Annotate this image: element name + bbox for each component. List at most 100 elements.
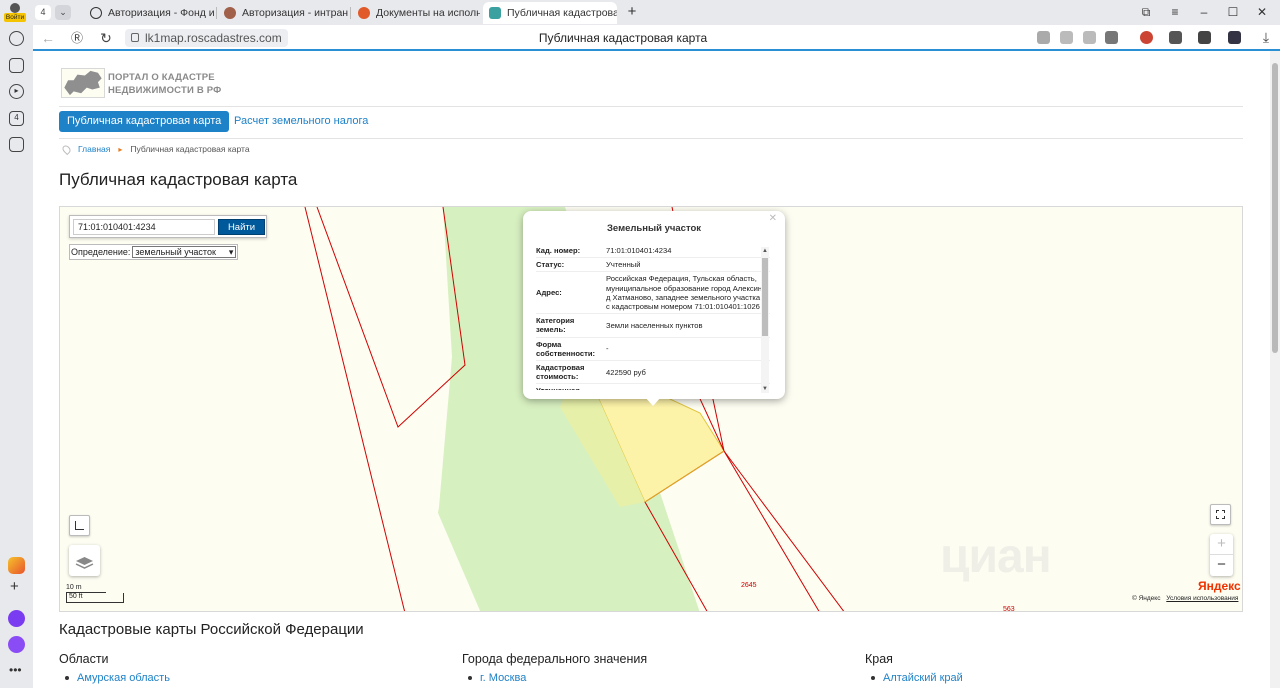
history-icon[interactable]: [9, 31, 24, 46]
definition-select[interactable]: земельный участок: [132, 246, 237, 258]
regions-column-oblasts: Области Амурская область: [59, 652, 170, 684]
login-badge: Войти: [4, 13, 26, 22]
find-button[interactable]: Найти: [218, 219, 265, 235]
tab-title: Публичная кадастрова: [507, 7, 617, 19]
yandex-logo-text: Яндекс: [1198, 579, 1241, 593]
add-panel-icon[interactable]: +: [10, 578, 19, 595]
scale-imperial: 50 ft: [66, 593, 124, 603]
breadcrumb-arrow-icon: ▸: [118, 144, 123, 154]
address-bar: ← Ⓡ ↻ lk1map.roscadastres.com Публичная …: [33, 25, 1280, 50]
tab-title: Авторизация - интранет: [242, 7, 348, 19]
reader-icon[interactable]: [1037, 31, 1050, 44]
sidebar-badge[interactable]: 4: [9, 111, 24, 126]
tab-bar: Войти 4 ⌄ Авторизация - Фонд иму Авториз…: [0, 0, 1280, 25]
definition-label: Определение:: [71, 247, 131, 257]
zoom-in-button[interactable]: +: [1210, 534, 1233, 555]
adblock-icon[interactable]: [1140, 31, 1153, 44]
info-row: Адрес: Российская Федерация, Тульская обл…: [536, 272, 770, 315]
info-row: Статус: Учтенный: [536, 258, 770, 273]
scroll-thumb[interactable]: [762, 258, 768, 336]
parcel-label: 563: [1003, 606, 1015, 612]
maximize-button[interactable]: ☐: [1224, 3, 1242, 21]
info-key: Форма собственности:: [536, 339, 596, 358]
definition-filter: Определение: земельный участок: [69, 244, 239, 260]
scroll-down-icon[interactable]: ▼: [761, 385, 769, 393]
tasks-icon[interactable]: [1228, 31, 1241, 44]
region-link[interactable]: Амурская область: [59, 672, 170, 684]
yandex-logo[interactable]: Яндекс: [1198, 579, 1241, 593]
tab-auth-intranet[interactable]: Авторизация - интранет: [218, 2, 348, 24]
login-arrow-icon: [90, 7, 102, 19]
info-value: Российская Федерация, Тульская область, …: [606, 274, 765, 312]
chevron-down-icon[interactable]: ⌄: [55, 5, 71, 20]
download-icon[interactable]: ⤓: [1257, 28, 1275, 46]
breadcrumb-current: Публичная кадастровая карта: [130, 144, 250, 154]
watermark: циан: [940, 530, 1052, 583]
region-link[interactable]: г. Москва: [462, 672, 647, 684]
screenshot-icon[interactable]: [1198, 31, 1211, 44]
web-page: ПОРТАЛ О КАДАСТРЕ НЕДВИЖИМОСТИ В РФ Публ…: [33, 51, 1270, 688]
close-window-button[interactable]: ✕: [1253, 3, 1271, 21]
tab-title: Документы на исполнен: [376, 7, 480, 19]
popup-scrollbar[interactable]: ▲ ▼: [761, 247, 769, 393]
bookmark-icon[interactable]: [1105, 31, 1118, 44]
scroll-thumb[interactable]: [1272, 63, 1278, 353]
breadcrumb: Главная ▸ Публичная кадастровая карта: [60, 143, 250, 155]
divider: [59, 138, 1243, 139]
info-value: -: [606, 344, 609, 354]
ruler-button[interactable]: [69, 515, 90, 536]
page-scrollbar[interactable]: [1270, 51, 1280, 688]
cadastral-number-input[interactable]: [73, 219, 215, 235]
info-key: Статус:: [536, 260, 565, 270]
camera-icon[interactable]: [9, 137, 24, 152]
messenger-icon[interactable]: [8, 610, 25, 627]
new-tab-button[interactable]: +: [624, 4, 640, 20]
site-favicon-icon: [358, 7, 370, 19]
layers-icon: [75, 557, 94, 569]
info-key: Кадастровая стоимость:: [536, 363, 585, 382]
collections-icon[interactable]: [9, 58, 24, 73]
nav-tab-land-tax[interactable]: Расчет земельного налога: [234, 111, 368, 132]
info-value: Земли населенных пунктов: [606, 320, 703, 330]
menu-icon[interactable]: ≡: [1166, 3, 1184, 21]
translate-icon[interactable]: [1060, 31, 1073, 44]
tab-auth-fund[interactable]: Авторизация - Фонд иму: [84, 2, 214, 24]
popup-pointer: [645, 397, 661, 406]
parcel-info-popup: ✕ Земельный участок Кад. номер: 71:01:010…: [523, 211, 785, 406]
zoom-out-button[interactable]: −: [1210, 555, 1233, 576]
nav-tab-cadastral-map[interactable]: Публичная кадастровая карта: [59, 111, 230, 132]
breadcrumb-home[interactable]: Главная: [78, 144, 110, 154]
ruler-icon: [75, 521, 84, 530]
region-link[interactable]: Алтайский край: [865, 672, 963, 684]
zoom-control: + −: [1210, 534, 1233, 576]
info-value: 71:01:010401:4234: [606, 246, 672, 255]
tab-documents[interactable]: Документы на исполнен: [352, 2, 480, 24]
info-key: Уточненная: [536, 386, 606, 390]
terms-link[interactable]: Условия использования: [1166, 595, 1238, 602]
column-title: Края: [865, 652, 893, 666]
extensions-icon[interactable]: [1083, 31, 1096, 44]
tab-title: Авторизация - Фонд иму: [108, 7, 214, 19]
more-icon[interactable]: •••: [9, 663, 22, 677]
logo-line-2: НЕДВИЖИМОСТИ В РФ: [108, 85, 222, 96]
tab-cadastral-map[interactable]: Публичная кадастрова ✕: [483, 2, 617, 24]
fullscreen-button[interactable]: [1210, 504, 1231, 525]
wallet-icon[interactable]: [1169, 31, 1182, 44]
alice-icon[interactable]: [8, 636, 25, 653]
info-row: Кад. номер: 71:01:010401:4234: [536, 244, 770, 259]
cadastral-map[interactable]: циан 2645 563 Найти Определение: земельн…: [59, 206, 1243, 612]
page-title: Публичная кадастровая карта: [538, 31, 708, 45]
profile-button[interactable]: Войти: [4, 2, 26, 22]
scroll-up-icon[interactable]: ▲: [761, 247, 769, 255]
mail-icon[interactable]: [8, 557, 25, 574]
info-value: Учтенный: [606, 260, 641, 270]
regions-column-federal-cities: Города федерального значения г. Москва: [462, 652, 647, 684]
play-icon[interactable]: ▸: [9, 84, 24, 99]
minimize-button[interactable]: –: [1195, 3, 1213, 21]
info-row: Кадастровая стоимость: 422590 руб: [536, 361, 770, 385]
info-key: Кад. номер:: [536, 246, 581, 255]
layers-button[interactable]: [69, 545, 100, 576]
map-scale: 10 m 50 ft: [66, 584, 124, 603]
bookmarks-icon[interactable]: ⧉: [1137, 3, 1155, 21]
tab-count[interactable]: 4: [35, 5, 51, 20]
